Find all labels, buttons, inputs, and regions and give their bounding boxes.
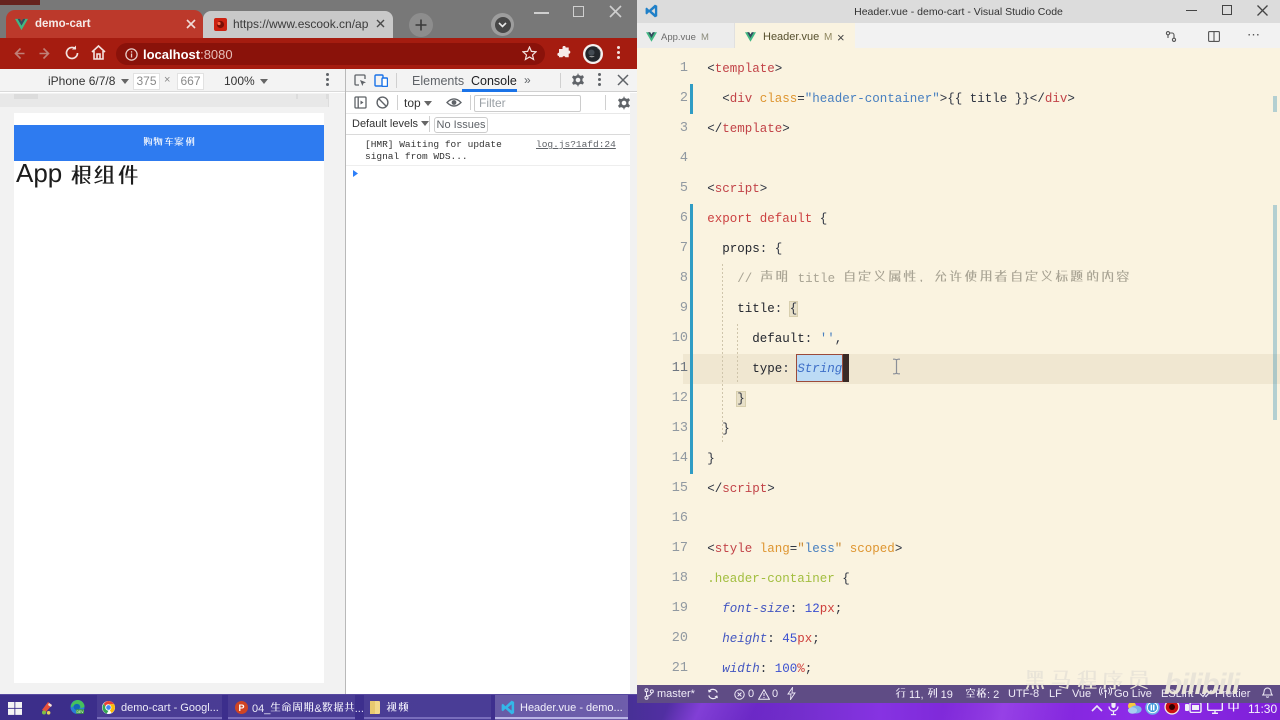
svg-text:P: P (238, 703, 244, 713)
svg-text:DEV: DEV (77, 710, 85, 714)
